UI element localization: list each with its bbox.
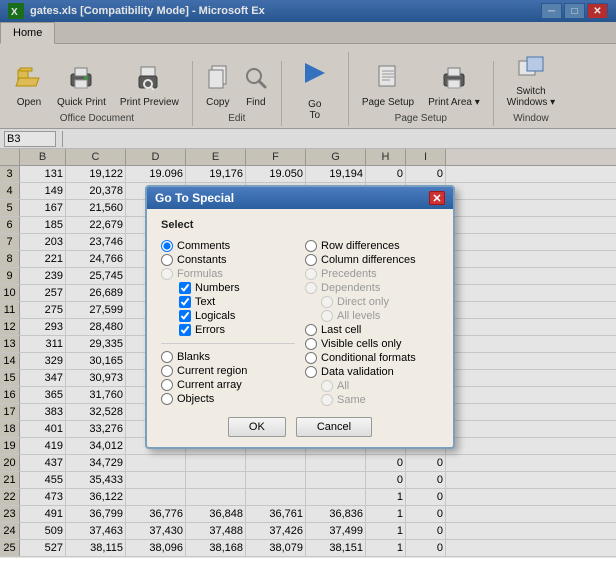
conditional-formats-label: Conditional formats bbox=[321, 352, 416, 364]
row-differences-radio[interactable] bbox=[305, 240, 317, 252]
logicals-label: Logicals bbox=[195, 310, 235, 322]
constants-label: Constants bbox=[177, 254, 227, 266]
option-same: Same bbox=[305, 393, 439, 407]
go-to-special-dialog: Go To Special ✕ Select Comments Constant… bbox=[145, 185, 455, 449]
formulas-radio bbox=[161, 268, 173, 280]
option-row-differences: Row differences bbox=[305, 239, 439, 253]
option-current-region: Current region bbox=[161, 364, 295, 378]
option-numbers: Numbers bbox=[161, 281, 295, 295]
option-direct-only: Direct only bbox=[305, 295, 439, 309]
dialog-close-button[interactable]: ✕ bbox=[429, 191, 445, 205]
option-last-cell: Last cell bbox=[305, 323, 439, 337]
errors-checkbox[interactable] bbox=[179, 324, 191, 336]
option-constants: Constants bbox=[161, 253, 295, 267]
constants-radio[interactable] bbox=[161, 254, 173, 266]
dialog-section-label: Select bbox=[161, 219, 439, 231]
visible-cells-label: Visible cells only bbox=[321, 338, 402, 350]
option-current-array: Current array bbox=[161, 378, 295, 392]
same-label: Same bbox=[337, 394, 366, 406]
comments-label: Comments bbox=[177, 240, 230, 252]
column-differences-radio[interactable] bbox=[305, 254, 317, 266]
option-column-differences: Column differences bbox=[305, 253, 439, 267]
data-validation-label: Data validation bbox=[321, 366, 394, 378]
option-all-levels: All levels bbox=[305, 309, 439, 323]
left-options: Comments Constants Formulas Numbers bbox=[161, 239, 295, 407]
same-radio bbox=[321, 394, 333, 406]
option-formulas: Formulas bbox=[161, 267, 295, 281]
direct-only-radio bbox=[321, 296, 333, 308]
visible-cells-radio[interactable] bbox=[305, 338, 317, 350]
blanks-radio[interactable] bbox=[161, 351, 173, 363]
dialog-overlay: Go To Special ✕ Select Comments Constant… bbox=[0, 0, 616, 558]
numbers-checkbox[interactable] bbox=[179, 282, 191, 294]
dependents-label: Dependents bbox=[321, 282, 380, 294]
text-label: Text bbox=[195, 296, 215, 308]
option-visible-cells: Visible cells only bbox=[305, 337, 439, 351]
comments-radio[interactable] bbox=[161, 240, 173, 252]
option-all: All bbox=[305, 379, 439, 393]
current-region-radio[interactable] bbox=[161, 365, 173, 377]
conditional-formats-radio[interactable] bbox=[305, 352, 317, 364]
option-text: Text bbox=[161, 295, 295, 309]
option-data-validation: Data validation bbox=[305, 365, 439, 379]
numbers-label: Numbers bbox=[195, 282, 240, 294]
ok-button[interactable]: OK bbox=[228, 417, 286, 437]
option-comments: Comments bbox=[161, 239, 295, 253]
dialog-buttons: OK Cancel bbox=[161, 417, 439, 437]
all-label: All bbox=[337, 380, 349, 392]
errors-label: Errors bbox=[195, 324, 225, 336]
blanks-label: Blanks bbox=[177, 351, 210, 363]
option-logicals: Logicals bbox=[161, 309, 295, 323]
formulas-label: Formulas bbox=[177, 268, 223, 280]
column-differences-label: Column differences bbox=[321, 254, 416, 266]
option-blanks: Blanks bbox=[161, 350, 295, 364]
dialog-body: Select Comments Constants Formulas bbox=[147, 209, 453, 447]
all-radio bbox=[321, 380, 333, 392]
option-objects: Objects bbox=[161, 392, 295, 406]
option-errors: Errors bbox=[161, 323, 295, 337]
all-levels-radio bbox=[321, 310, 333, 322]
option-dependents: Dependents bbox=[305, 281, 439, 295]
divider-1 bbox=[161, 343, 295, 344]
cancel-button[interactable]: Cancel bbox=[296, 417, 372, 437]
option-precedents: Precedents bbox=[305, 267, 439, 281]
precedents-label: Precedents bbox=[321, 268, 377, 280]
precedents-radio bbox=[305, 268, 317, 280]
dialog-title-bar: Go To Special ✕ bbox=[147, 187, 453, 209]
text-checkbox[interactable] bbox=[179, 296, 191, 308]
all-levels-label: All levels bbox=[337, 310, 380, 322]
direct-only-label: Direct only bbox=[337, 296, 389, 308]
current-array-radio[interactable] bbox=[161, 379, 173, 391]
current-region-label: Current region bbox=[177, 365, 247, 377]
objects-label: Objects bbox=[177, 393, 214, 405]
dependents-radio bbox=[305, 282, 317, 294]
options-container: Comments Constants Formulas Numbers bbox=[161, 239, 439, 407]
dialog-title-text: Go To Special bbox=[155, 191, 234, 205]
last-cell-label: Last cell bbox=[321, 324, 361, 336]
option-conditional-formats: Conditional formats bbox=[305, 351, 439, 365]
right-options: Row differences Column differences Prece… bbox=[305, 239, 439, 407]
last-cell-radio[interactable] bbox=[305, 324, 317, 336]
objects-radio[interactable] bbox=[161, 393, 173, 405]
logicals-checkbox[interactable] bbox=[179, 310, 191, 322]
current-array-label: Current array bbox=[177, 379, 242, 391]
data-validation-radio[interactable] bbox=[305, 366, 317, 378]
row-differences-label: Row differences bbox=[321, 240, 400, 252]
